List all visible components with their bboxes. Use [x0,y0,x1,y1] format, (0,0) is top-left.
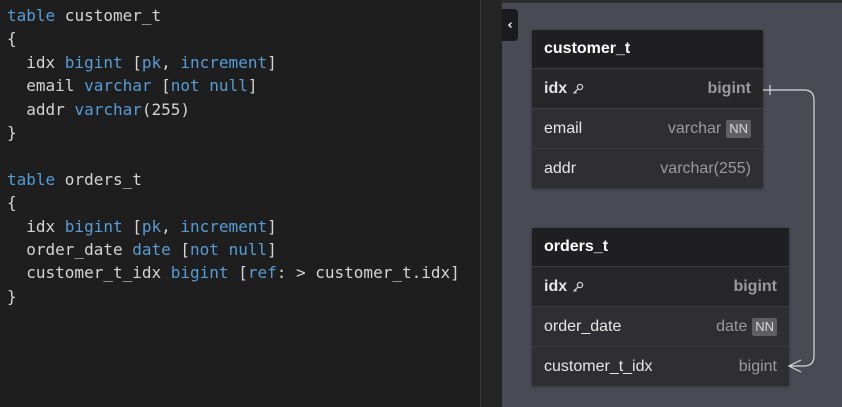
code-line[interactable]: email varchar [not null] [7,74,460,97]
key-icon [573,281,584,292]
code-token: : > customer_t.idx] [276,263,460,283]
code-token: idx [7,216,65,236]
table-header[interactable]: customer_t [532,30,763,68]
code-token: [ [151,76,171,96]
field-type: varchar(255) [660,159,751,177]
code-token: ref [247,263,277,283]
code-token: date [132,239,171,259]
code-editor[interactable]: table customer_t{ idx bigint [pk, increm… [0,0,480,407]
field-name: idx [544,79,568,97]
code-token: } [7,286,17,306]
code-token: customer_t [55,6,162,25]
code-token: customer_t_idx [7,263,171,283]
code-line[interactable]: idx bigint [pk, increment] [7,51,460,74]
chevron-left-icon: ‹ [507,17,513,33]
code-token: ] [267,239,277,259]
code-line[interactable]: { [7,27,460,50]
collapse-editor-button[interactable]: ‹ [502,9,518,41]
code-token: ] [247,76,258,96]
field-row[interactable]: idx bigint [532,68,763,108]
field-name: order_date [544,317,622,335]
code-token: table [7,169,56,189]
code-token: pk [141,216,162,236]
code-token: [ [122,52,142,72]
field-type: date [716,317,748,335]
code-line[interactable]: addr varchar(255) [7,98,460,121]
many-marker [787,359,802,373]
table-title: customer_t [544,40,631,57]
field-row[interactable]: customer_t_idx bigint [532,346,789,386]
field-type: bigint [738,357,777,375]
code-text[interactable]: table customer_t{ idx bigint [pk, increm… [7,4,460,308]
field-type: bigint [733,277,777,295]
code-token: { [7,29,17,49]
code-token: ] [267,52,277,72]
code-token: bigint [170,263,229,283]
not-null-badge: NN [752,317,777,336]
code-token: [ [122,216,142,236]
code-token: not null [190,239,268,259]
code-line[interactable]: customer_t_idx bigint [ref: > customer_t… [7,261,460,284]
field-name: addr [544,159,577,177]
code-token: [ [228,263,248,283]
field-row[interactable]: order_date date NN [532,306,789,346]
code-token: bigint [64,52,123,72]
code-token: , [161,52,181,72]
code-line[interactable]: { [7,191,460,214]
code-token: { [7,193,17,213]
code-token: order_date [7,239,133,259]
code-token: email [7,76,85,96]
diagram-canvas[interactable]: ‹ customer_t idx bigint email varchar NN… [502,3,842,407]
code-line[interactable]: table orders_t [7,168,460,191]
code-token: pk [141,52,162,72]
code-token: ] [267,216,277,236]
code-line[interactable]: idx bigint [pk, increment] [7,215,460,238]
table-customer_t[interactable]: customer_t idx bigint email varchar NN a… [532,30,763,188]
code-token: not null [170,76,248,96]
field-name: idx [544,277,568,295]
code-token: varchar [74,99,142,119]
field-row[interactable]: email varchar NN [532,108,763,148]
table-title: orders_t [544,238,609,255]
code-token: varchar [84,76,152,96]
code-token: bigint [64,216,123,236]
field-row[interactable]: idx bigint [532,266,789,306]
code-line[interactable]: table customer_t [7,4,460,27]
code-token: (255) [141,99,191,119]
code-token: table [7,6,56,25]
field-row[interactable]: addr varchar(255) [532,148,763,188]
code-token: addr [7,99,75,119]
code-token: orders_t [55,169,142,189]
splitter[interactable] [480,0,502,407]
field-type: varchar [667,119,722,137]
code-line[interactable]: } [7,285,460,308]
not-null-badge: NN [726,119,751,138]
code-token: [ [170,239,191,259]
code-token: , [161,216,181,236]
code-token: idx [7,52,65,72]
table-header[interactable]: orders_t [532,228,789,266]
field-name: customer_t_idx [544,357,653,375]
code-token: increment [180,52,268,72]
code-token: } [7,122,17,142]
code-line[interactable]: } [7,121,460,144]
code-token: increment [180,216,268,236]
code-line[interactable]: order_date date [not null] [7,238,460,261]
table-orders_t[interactable]: orders_t idx bigint order_date date NN c… [532,228,789,386]
splitter-edge [480,0,481,407]
code-line[interactable] [7,144,460,167]
key-icon [573,83,584,94]
field-name: email [544,119,583,137]
field-type: bigint [707,79,751,97]
